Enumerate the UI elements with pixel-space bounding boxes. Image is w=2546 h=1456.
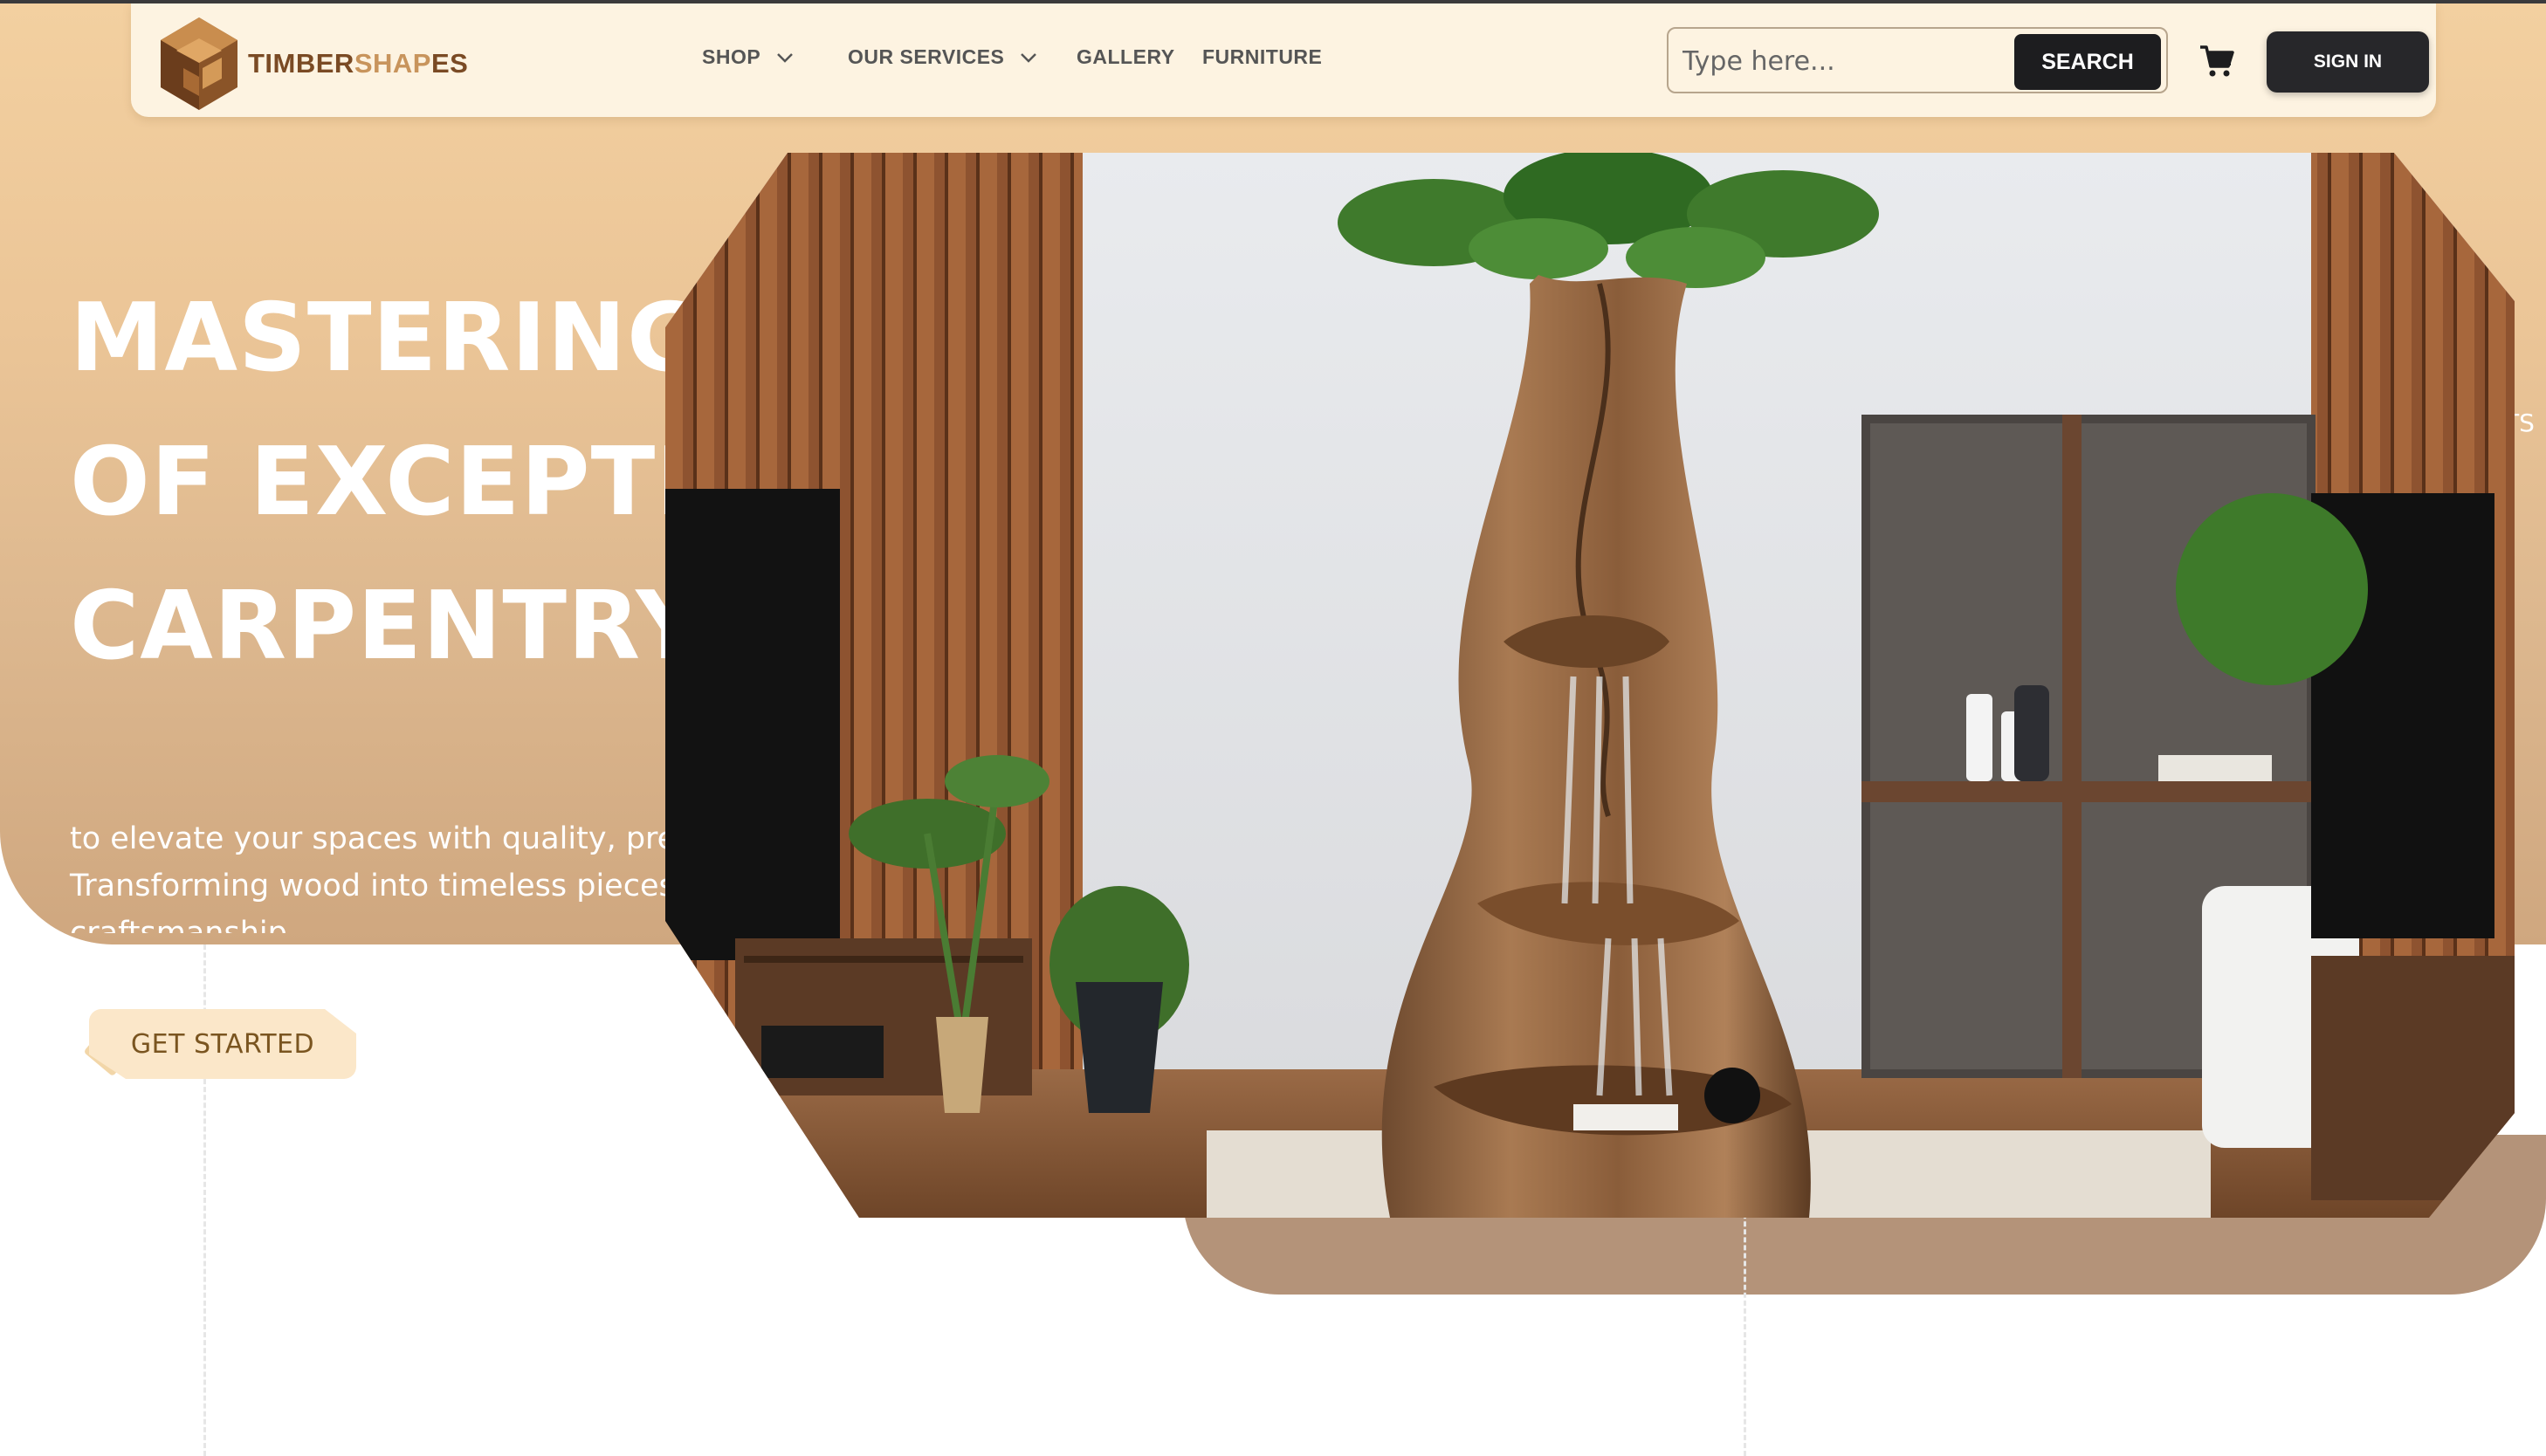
search-bar: SEARCH <box>1667 27 2168 93</box>
sign-in-button[interactable]: SIGN IN <box>2267 31 2429 93</box>
nav-furniture[interactable]: FURNITURE <box>1202 45 1322 69</box>
hero-image <box>665 153 2515 1218</box>
nav-our-services[interactable]: OUR SERVICES <box>848 45 1037 69</box>
search-button[interactable]: SEARCH <box>2014 34 2161 90</box>
chevron-down-icon <box>1021 52 1037 63</box>
hero-photo-illustration <box>665 153 2515 1218</box>
nav-gallery-label: GALLERY <box>1077 45 1175 68</box>
cart-icon[interactable] <box>2199 44 2235 79</box>
nav-gallery[interactable]: GALLERY <box>1077 45 1175 69</box>
navbar: TIMBERSHAPES SHOP OUR SERVICES GALLERY F… <box>131 3 2436 117</box>
hero-subtitle-line-3-text: craftsmanship <box>70 916 287 933</box>
brand-name-part1: TIMBER <box>248 48 354 79</box>
logo-icon <box>161 17 237 110</box>
brand-name: TIMBERSHAPES <box>248 48 468 79</box>
nav-shop[interactable]: SHOP <box>702 45 794 69</box>
brand-name-part3: ES <box>430 48 469 79</box>
search-input[interactable] <box>1681 36 2007 86</box>
nav-services-label: OUR SERVICES <box>848 45 1005 68</box>
chevron-down-icon <box>777 52 794 63</box>
get-started-button[interactable]: GET STARTED <box>89 1009 356 1079</box>
brand-logo[interactable]: TIMBERSHAPES <box>157 16 468 112</box>
nav-shop-label: SHOP <box>702 45 761 68</box>
brand-name-part2: SHAP <box>354 48 431 79</box>
nav-furniture-label: FURNITURE <box>1202 45 1323 68</box>
